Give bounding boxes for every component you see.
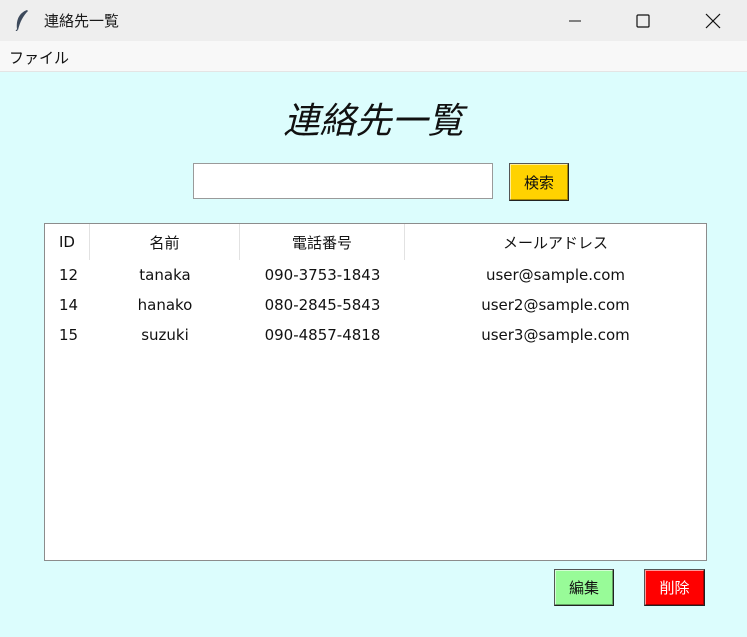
cell-name: hanako [137, 296, 193, 314]
cell-phone: 090-4857-4818 [264, 326, 381, 344]
column-header-id[interactable]: ID [45, 224, 90, 260]
cell-name: suzuki [141, 326, 189, 344]
title-bar: 連絡先一覧 [0, 0, 747, 41]
column-header-phone[interactable]: 電話番号 [240, 224, 405, 260]
window-title: 連絡先一覧 [44, 12, 120, 30]
delete-button[interactable]: 削除 [644, 569, 705, 606]
cell-phone: 080-2845-5843 [264, 296, 381, 314]
table-header: ID 名前 電話番号 メールアドレス [45, 224, 706, 260]
column-header-email[interactable]: メールアドレス [405, 224, 706, 260]
minimize-icon [569, 20, 581, 21]
column-header-name[interactable]: 名前 [90, 224, 240, 260]
cell-email: user2@sample.com [481, 296, 630, 314]
cell-name: tanaka [139, 266, 191, 284]
cell-email: user3@sample.com [481, 326, 630, 344]
cell-phone: 090-3753-1843 [264, 266, 381, 284]
maximize-icon [636, 13, 650, 28]
maximize-button[interactable] [620, 0, 666, 41]
table-row[interactable]: 12 tanaka 090-3753-1843 user@sample.com [45, 260, 706, 290]
page-title: 連絡先一覧 [283, 101, 464, 142]
cell-id: 14 [59, 296, 79, 314]
minimize-button[interactable] [552, 0, 598, 41]
menu-bar: ファイル [0, 41, 747, 72]
search-input[interactable] [193, 163, 493, 199]
cell-email: user@sample.com [485, 266, 626, 284]
menu-file[interactable]: ファイル [9, 47, 69, 68]
table-row[interactable]: 15 suzuki 090-4857-4818 user3@sample.com [45, 320, 706, 350]
cell-id: 12 [59, 266, 79, 284]
feather-icon [15, 10, 28, 31]
cell-id: 15 [59, 326, 79, 344]
search-button[interactable]: 検索 [509, 163, 569, 201]
edit-button[interactable]: 編集 [554, 569, 614, 606]
close-button[interactable] [690, 0, 736, 41]
table-row[interactable]: 14 hanako 080-2845-5843 user2@sample.com [45, 290, 706, 320]
close-icon [705, 13, 721, 28]
contacts-table[interactable]: ID 名前 電話番号 メールアドレス 12 tanaka 090-3753-18… [44, 223, 707, 561]
